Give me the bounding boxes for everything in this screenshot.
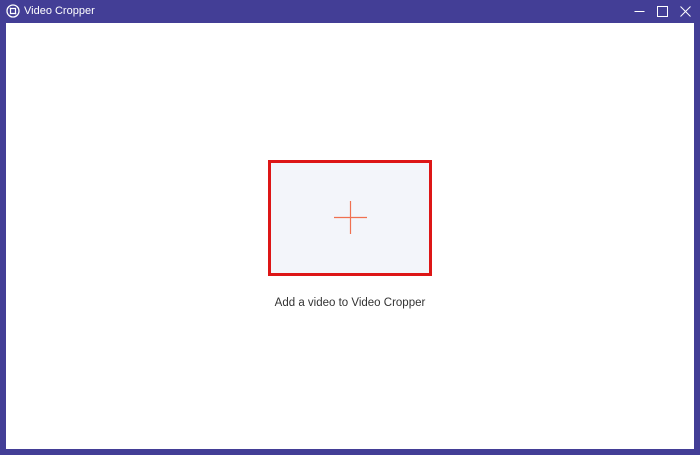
window-title: Video Cropper <box>24 5 95 17</box>
maximize-button[interactable] <box>651 0 674 23</box>
close-button[interactable] <box>674 0 697 23</box>
minimize-icon <box>634 11 645 12</box>
minimize-button[interactable] <box>628 0 651 23</box>
video-cropper-icon <box>6 4 20 18</box>
plus-icon <box>334 201 367 234</box>
add-video-hint: Add a video to Video Cropper <box>274 297 426 309</box>
close-icon <box>680 6 691 17</box>
main-content: Add a video to Video Cropper <box>6 23 694 449</box>
maximize-icon <box>657 6 668 17</box>
title-bar[interactable]: Video Cropper <box>0 0 700 23</box>
app-window: Video Cropper Add a video to Video Cropp… <box>0 0 700 455</box>
add-video-button[interactable] <box>268 160 432 276</box>
